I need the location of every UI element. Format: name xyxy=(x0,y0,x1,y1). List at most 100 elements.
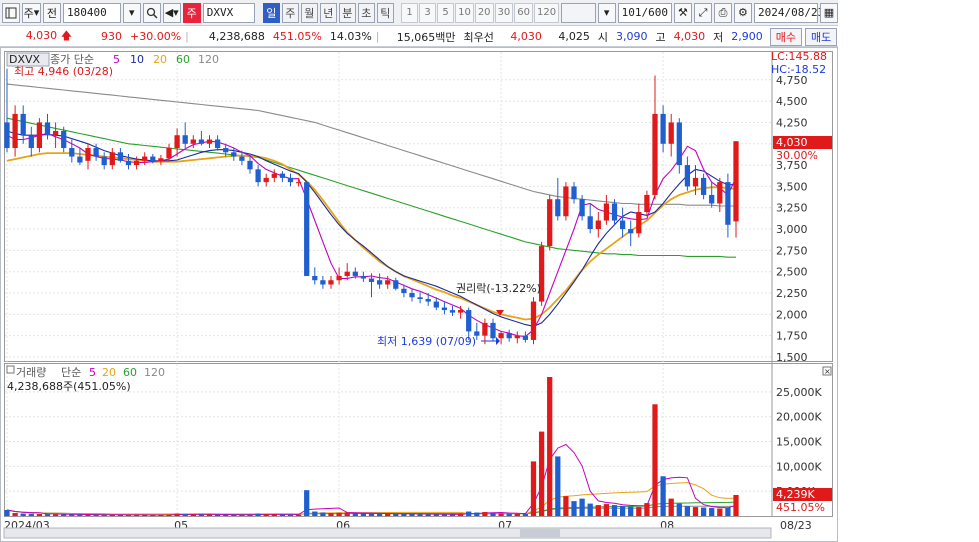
interval-button-3[interactable]: 3 xyxy=(419,2,437,23)
tools-icon[interactable]: ⚒ xyxy=(673,2,692,23)
zoom-icon[interactable]: ⤢ xyxy=(693,2,712,23)
period-type-button[interactable]: 전 xyxy=(42,2,61,23)
period-button-1[interactable]: 주 xyxy=(281,2,299,23)
volume-bar xyxy=(611,505,618,516)
candle-body xyxy=(214,139,221,149)
volume-bar xyxy=(166,514,172,516)
interval-buttons: 1 3 5 10 20 30 60 120 xyxy=(401,2,560,23)
data-count-field[interactable]: 101/600 xyxy=(617,2,672,23)
volume-bar xyxy=(547,377,553,516)
vlegend-ma120: 120 xyxy=(144,366,165,379)
candle-body xyxy=(409,293,415,298)
volume-bar xyxy=(344,512,350,516)
code-input[interactable]: 180400 xyxy=(62,2,121,23)
candle-body xyxy=(628,229,634,234)
interval-button-1[interactable]: 1 xyxy=(401,2,419,23)
volume-bar xyxy=(271,514,277,516)
volume-panel-toggle[interactable] xyxy=(6,365,15,374)
period-button-3[interactable]: 년 xyxy=(319,2,337,23)
vlegend-ma60: 60 xyxy=(123,366,137,379)
volume-bar xyxy=(360,513,367,516)
volume-tick: 20,000K xyxy=(776,411,822,424)
calendar-icon[interactable]: ▦ xyxy=(819,2,838,23)
interval-dropdown-icon[interactable]: ▾ xyxy=(597,2,616,23)
candle-body xyxy=(717,182,723,204)
interval-button-20[interactable]: 20 xyxy=(474,2,494,23)
candle-body xyxy=(587,216,593,230)
candle-body xyxy=(700,177,707,195)
candle-body xyxy=(320,280,326,285)
volume-bar xyxy=(304,490,310,516)
volume-title: 거래량 xyxy=(16,366,46,379)
interval-button-120[interactable]: 120 xyxy=(534,2,560,23)
volume-bar xyxy=(150,515,156,517)
volume-summary: 4,238,688주(451.05%) xyxy=(7,380,131,393)
candle-body xyxy=(133,160,140,166)
candle-body xyxy=(449,310,456,313)
volume-bar xyxy=(385,513,391,516)
volume-bar xyxy=(668,498,674,516)
last-price-label: 4,030 xyxy=(776,136,808,149)
candle-body xyxy=(644,194,650,212)
candle-body xyxy=(109,152,115,166)
volume-bar xyxy=(644,503,650,516)
volume-bar xyxy=(69,514,75,516)
volume-bar xyxy=(133,515,140,517)
candle-body xyxy=(668,122,674,144)
interval-button-10[interactable]: 10 xyxy=(455,2,474,23)
period-button-5[interactable]: 초 xyxy=(357,2,375,23)
best-ask: 4,030 xyxy=(510,30,542,43)
interval-button-5[interactable]: 5 xyxy=(437,2,455,23)
candle-body xyxy=(619,220,626,230)
candle-body xyxy=(692,177,699,187)
period-button-4[interactable]: 분 xyxy=(338,2,356,23)
market-label: 주 xyxy=(23,6,34,20)
low-label: 저 xyxy=(713,30,724,44)
date-field[interactable]: 2024/08/23 xyxy=(753,2,824,23)
candle-body xyxy=(344,271,350,276)
period-button-6[interactable]: 틱 xyxy=(376,2,394,23)
volume-bar xyxy=(101,514,107,516)
interval-button-30[interactable]: 30 xyxy=(494,2,514,23)
volume-bar xyxy=(328,513,334,516)
stock-name-field[interactable]: DXVX xyxy=(202,2,256,23)
event-note: 권리락(-13.22%) xyxy=(456,282,541,295)
chart-layout-icon[interactable] xyxy=(2,2,20,23)
buy-button[interactable]: 매수 xyxy=(769,27,803,46)
volume-bar xyxy=(117,514,124,516)
candle-body xyxy=(20,113,26,136)
volume-bar xyxy=(652,404,658,516)
scrollbar-thumb[interactable] xyxy=(520,529,560,537)
period-button-2[interactable]: 월 xyxy=(300,2,318,23)
sell-button[interactable]: 매도 xyxy=(805,27,838,46)
candle-body xyxy=(393,280,399,289)
volume-bar xyxy=(660,476,666,516)
candle-body xyxy=(684,165,691,187)
code-dropdown-icon[interactable]: ▾ xyxy=(122,2,141,23)
candle-body xyxy=(44,122,51,136)
speaker-icon[interactable]: ◀▾ xyxy=(162,2,181,23)
market-select[interactable]: 주 ▾ xyxy=(22,2,41,23)
candle-body xyxy=(482,322,488,336)
gear-icon[interactable]: ⚙ xyxy=(733,2,752,23)
volume-bar xyxy=(725,507,731,516)
volume-bar xyxy=(142,515,148,517)
search-icon[interactable] xyxy=(142,2,161,23)
volume-bar xyxy=(498,513,504,516)
price-tick: 2,500 xyxy=(776,266,808,279)
print-icon[interactable]: ⎙ xyxy=(713,2,732,23)
volume-bar xyxy=(441,514,448,516)
candle-body xyxy=(231,152,237,157)
interval-button-60[interactable]: 60 xyxy=(514,2,534,23)
vlegend-ma20: 20 xyxy=(102,366,116,379)
period-button-0[interactable]: 일 xyxy=(262,2,280,23)
candle-body xyxy=(555,199,561,217)
candle-body xyxy=(425,299,431,302)
interval-input[interactable] xyxy=(561,2,596,23)
horizontal-scrollbar[interactable] xyxy=(3,527,772,539)
volume: 4,238,688 xyxy=(208,30,265,43)
volume-bar xyxy=(174,513,180,516)
svg-text:×: × xyxy=(824,367,831,376)
chevron-down-icon: ▾ xyxy=(33,6,40,19)
low-note: 최저 1,639 (07/09) xyxy=(377,335,476,348)
